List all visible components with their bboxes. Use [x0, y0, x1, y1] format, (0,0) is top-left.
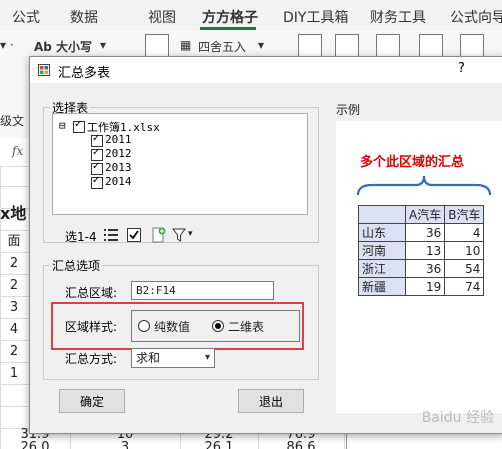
arrows-icon[interactable]	[419, 34, 443, 58]
sheet-cell[interactable]: 1	[0, 364, 28, 384]
example-label: 示例	[336, 103, 361, 117]
table-cell: A汽车	[404, 205, 446, 224]
area-label: 汇总区域:	[65, 286, 118, 300]
ok-button[interactable]: 确定	[59, 389, 125, 413]
chevron-down-icon: ▾	[204, 352, 210, 363]
table-cell	[358, 205, 406, 224]
table-row: 新疆 19 74	[358, 277, 485, 296]
document-icon[interactable]	[145, 34, 169, 58]
table-cell: 浙江	[358, 259, 406, 278]
exit-button[interactable]: 退出	[238, 389, 304, 413]
tab-fangfang[interactable]: 方方格子	[202, 7, 258, 27]
sheet-cell[interactable]: 26.1	[180, 441, 258, 449]
sheet-icon[interactable]	[460, 34, 484, 58]
round-button[interactable]: 四舍五入	[198, 38, 246, 55]
table-cell: 山东	[358, 223, 406, 242]
tab-finance-tools[interactable]: 财务工具	[370, 7, 426, 27]
highlight-box	[51, 302, 304, 350]
sheet-checkbox-2012[interactable]	[91, 147, 103, 161]
collapse-icon[interactable]: ⊟	[59, 119, 66, 132]
table-cell: 10	[444, 241, 485, 260]
filter-icon[interactable]	[172, 227, 188, 243]
sheet-tree[interactable]: ⊟ 工作簿1.xlsx 2011 2012 2013 2014	[52, 113, 308, 215]
chevron-down-icon[interactable]: ▾	[188, 229, 193, 239]
select-range-button[interactable]: 选1-4	[65, 228, 97, 245]
sheet-label: 2014	[105, 175, 132, 188]
workbook-checkbox[interactable]	[73, 119, 85, 133]
tab-data[interactable]: 数据	[70, 7, 98, 27]
case-button[interactable]: Ab 大小写	[34, 38, 92, 55]
example-panel: 多个此区域的汇总 A汽车 B汽车 山东 36 4 河南 13 10 浙江 36	[336, 121, 502, 413]
add-sheet-icon[interactable]	[150, 227, 166, 243]
table-cell: B汽车	[444, 205, 485, 224]
sheet-header-cell[interactable]: x地	[0, 204, 28, 224]
method-select[interactable]: 求和 ▾	[131, 348, 215, 368]
area-input[interactable]: B2:F14	[131, 281, 274, 300]
chevron-down-icon[interactable]: ▾	[100, 38, 106, 52]
table-cell: 新疆	[358, 277, 406, 296]
sheet-cell[interactable]: 86.6	[258, 441, 344, 449]
tab-formulas[interactable]: 公式	[12, 7, 40, 27]
table-cell: 河南	[358, 241, 406, 260]
sheet-cell[interactable]: 3	[0, 298, 28, 318]
chevron-down-icon[interactable]: ▾	[258, 38, 264, 52]
sheet-cell[interactable]: 2	[0, 254, 28, 274]
sheet-cell[interactable]: 2	[0, 276, 28, 296]
sheet-checkbox-2014[interactable]	[91, 175, 103, 189]
method-label: 汇总方式:	[65, 352, 118, 366]
table-cell: 19	[404, 277, 446, 296]
sheet-label: 2013	[105, 161, 132, 174]
tab-view[interactable]: 视图	[148, 7, 176, 27]
sheet-cell[interactable]: 面	[0, 232, 28, 252]
check-all-icon[interactable]	[126, 227, 142, 243]
sheet-checkbox-2011[interactable]	[91, 133, 103, 147]
tab-diy-toolbox[interactable]: DIY工具箱	[283, 7, 348, 27]
dialog-titlebar[interactable]: 汇总多表 ?	[30, 57, 502, 83]
sheet-cell[interactable]: 26.0	[0, 441, 70, 449]
table-cell: 74	[444, 277, 485, 296]
clipboard-icon[interactable]	[298, 34, 322, 58]
summary-dialog: 汇总多表 ? 选择表 ⊟ 工作簿1.xlsx 2011 2012 2013 20…	[29, 56, 502, 434]
brace-icon	[356, 175, 492, 196]
list-icon[interactable]	[335, 34, 359, 58]
table-row: A汽车 B汽车	[358, 205, 485, 224]
sheet-checkbox-2013[interactable]	[91, 161, 103, 175]
ribbon-group-label: 级文	[0, 114, 25, 128]
watermark: Baidu 经验	[421, 410, 494, 426]
options-legend: 汇总选项	[50, 257, 103, 274]
table-cell: 36	[404, 259, 446, 278]
method-select-value: 求和	[136, 351, 161, 365]
dialog-title: 汇总多表	[58, 66, 111, 81]
table-cell: 13	[404, 241, 446, 260]
ribbon-arrow-icon[interactable]: ▾ ·	[0, 38, 14, 52]
ribbon-tab-bar: 公式 数据 视图 方方格子 DIY工具箱 财务工具 公式向导	[0, 0, 502, 31]
app-icon	[38, 64, 50, 76]
example-caption: 多个此区域的汇总	[360, 155, 465, 170]
help-button[interactable]: ?	[458, 61, 465, 76]
function-icon[interactable]: fx	[12, 144, 23, 158]
list-icon[interactable]	[103, 227, 119, 243]
table-icon[interactable]	[376, 34, 400, 58]
grid-icon[interactable]: ▦	[180, 38, 191, 52]
example-table: A汽车 B汽车 山东 36 4 河南 13 10 浙江 36 54 新疆 19	[358, 205, 485, 296]
table-row: 浙江 36 54	[358, 259, 485, 278]
sheet-label: 2012	[105, 147, 132, 160]
sheet-label: 2011	[105, 133, 132, 146]
table-cell: 4	[444, 223, 485, 242]
sheet-cell[interactable]: 2	[0, 342, 28, 362]
tab-formula-wizard[interactable]: 公式向导	[450, 7, 502, 27]
table-row: 河南 13 10	[358, 241, 485, 260]
table-cell: 54	[444, 259, 485, 278]
table-row: 山东 36 4	[358, 223, 485, 242]
table-cell: 36	[404, 223, 446, 242]
sheet-cell[interactable]: 3	[70, 441, 180, 449]
sheet-cell[interactable]: 4	[0, 320, 28, 340]
